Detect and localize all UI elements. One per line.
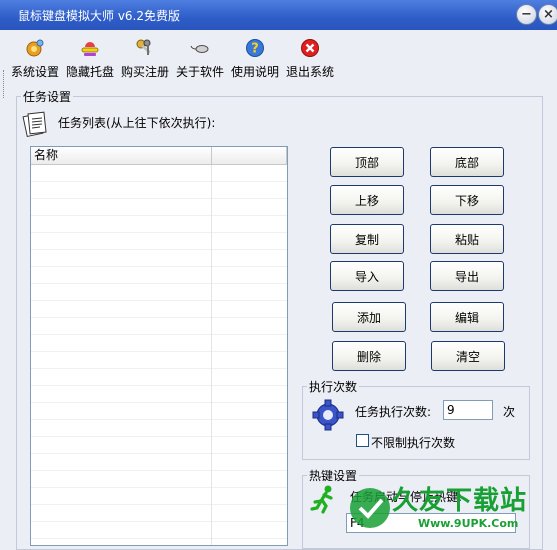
toolbar-label: 退出系统 (285, 65, 334, 79)
delete-button[interactable]: 删除 (332, 341, 406, 371)
paste-button[interactable]: 粘贴 (430, 224, 504, 254)
task-list-icon (22, 111, 47, 138)
task-list-caption: 任务列表(从上往下依次执行): (58, 116, 216, 130)
running-man-icon (310, 485, 333, 514)
svg-text:?: ? (251, 42, 259, 57)
toolbar-label: 购买注册 (120, 65, 169, 79)
window-title: 鼠标键盘模拟大师 v6.2免费版 (18, 9, 181, 23)
keys-icon (136, 39, 151, 55)
copy-button[interactable]: 复制 (330, 224, 404, 254)
minimize-button[interactable]: − (516, 4, 537, 25)
watermark-text: 久友下载站 (392, 486, 528, 516)
minimize-icon: − (521, 7, 532, 22)
exit-icon (301, 39, 319, 57)
exec-count-input[interactable] (443, 400, 493, 420)
toolbar-about[interactable]: 关于软件 (173, 38, 227, 82)
move-up-button[interactable]: 上移 (330, 185, 404, 215)
clear-button[interactable]: 清空 (431, 341, 505, 371)
exec-count-unit: 次 (503, 405, 516, 419)
unlimited-label[interactable]: 不限制执行次数 (371, 434, 455, 451)
hide-tray-icon (81, 42, 99, 56)
add-button[interactable]: 添加 (332, 302, 406, 332)
move-down-button[interactable]: 下移 (430, 185, 504, 215)
toolbar-system-settings[interactable]: 系统设置 (8, 38, 62, 82)
column-header-extra[interactable] (212, 147, 287, 164)
import-button[interactable]: 导入 (330, 261, 404, 291)
unlimited-checkbox[interactable] (356, 434, 369, 447)
toolbar-label: 关于软件 (175, 65, 224, 79)
system-settings-icon (26, 39, 44, 57)
toolbar-label: 系统设置 (10, 65, 59, 79)
close-icon: × (543, 7, 554, 22)
column-header-name[interactable]: 名称 (31, 147, 212, 164)
toolbar-exit[interactable]: 退出系统 (283, 38, 337, 82)
task-list-header: 名称 (31, 147, 287, 165)
close-button[interactable]: × (538, 4, 557, 25)
toolbar-hide-tray[interactable]: 隐藏托盘 (63, 38, 117, 82)
toolbar-label: 隐藏托盘 (65, 65, 114, 79)
toolbar-purchase-register[interactable]: 购买注册 (118, 38, 172, 82)
toolbar: 系统设置 隐藏托盘 购买注册 关于软件 ? 使用说明 退出系统 (0, 30, 557, 98)
watermark-url: Www.9UPK.Com (418, 517, 519, 530)
edit-button[interactable]: 编辑 (430, 302, 504, 332)
move-bottom-button[interactable]: 底部 (430, 147, 504, 177)
exec-count-label: 任务执行次数: (355, 405, 432, 419)
about-mouse-icon (190, 45, 209, 53)
gear-icon (312, 399, 344, 431)
toolbar-grip[interactable] (3, 70, 6, 98)
toolbar-help[interactable]: ? 使用说明 (228, 38, 282, 82)
task-list-body[interactable] (31, 165, 287, 545)
exec-count-legend: 执行次数 (309, 380, 358, 394)
toolbar-label: 使用说明 (230, 65, 279, 79)
help-icon: ? (246, 39, 264, 57)
move-top-button[interactable]: 顶部 (330, 147, 404, 177)
title-bar[interactable]: 鼠标键盘模拟大师 v6.2免费版 − × (0, 0, 557, 30)
task-list[interactable]: 名称 (30, 146, 288, 546)
task-settings-legend: 任务设置 (23, 90, 72, 104)
export-button[interactable]: 导出 (430, 261, 504, 291)
